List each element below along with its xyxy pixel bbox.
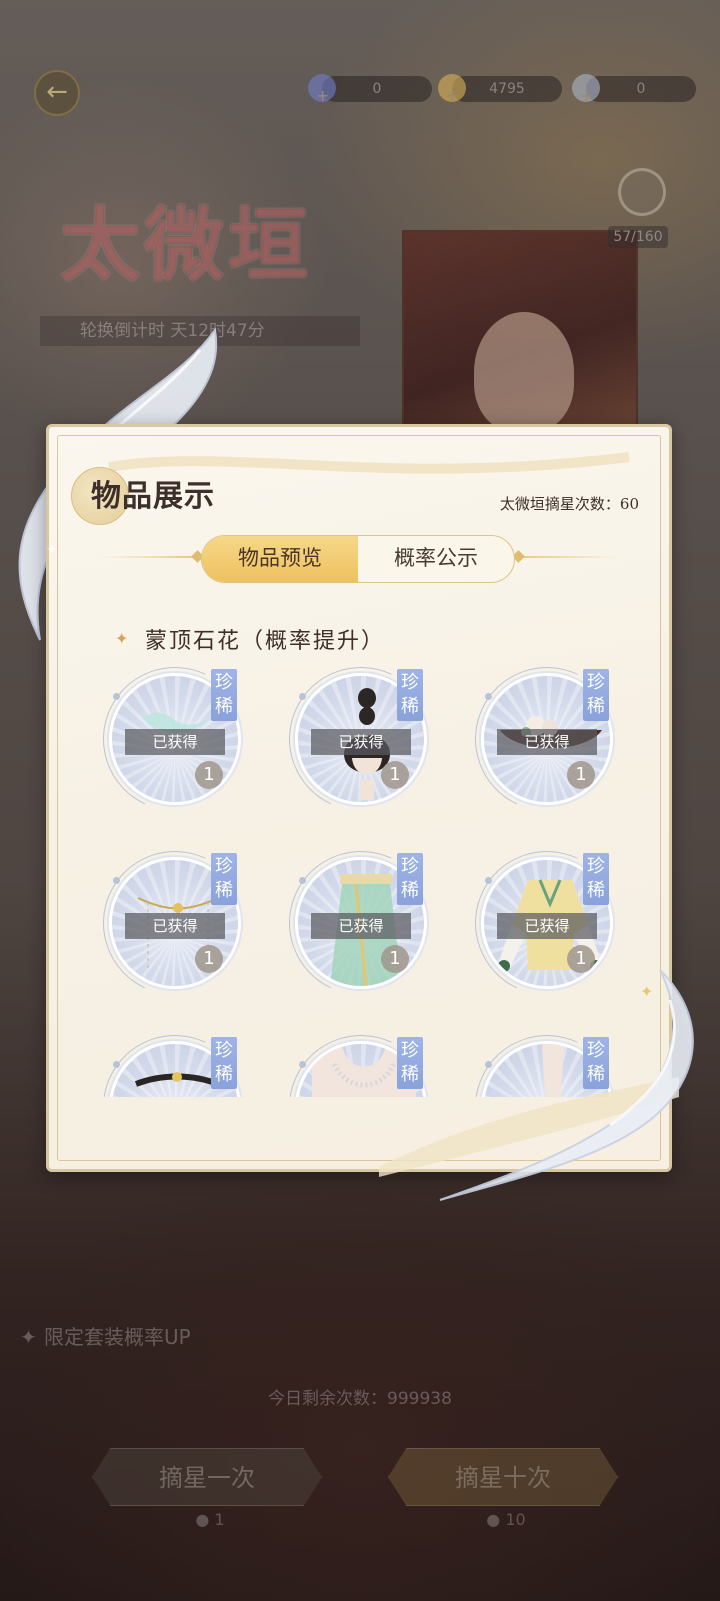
tab-deco-right xyxy=(519,556,619,558)
draw-one-label: 摘星一次 xyxy=(159,1464,255,1492)
currency-value: 4795 xyxy=(489,81,525,97)
back-button[interactable]: ← xyxy=(34,70,80,116)
section-title: 蒙顶石花（概率提升） xyxy=(145,629,386,654)
quantity-badge: 1 xyxy=(195,945,223,973)
quantity-badge: 1 xyxy=(381,945,409,973)
currency-value: 0 xyxy=(372,81,382,97)
rarity-tag: 珍稀 xyxy=(583,853,609,905)
item-card[interactable]: 珍稀 已获得 1 xyxy=(268,665,454,832)
draw-one-cost: ● 1 xyxy=(160,1510,260,1529)
rarity-tag: 珍稀 xyxy=(583,669,609,721)
rarity-tag: 珍稀 xyxy=(211,1037,237,1089)
progress-ring-icon[interactable] xyxy=(618,168,666,216)
item-card[interactable]: 珍稀 已获得 1 xyxy=(82,830,268,1016)
plus-icon: + xyxy=(316,86,330,105)
draw-one-cost-value: 1 xyxy=(214,1510,225,1529)
headband-icon xyxy=(134,1072,220,1087)
item-card[interactable]: 珍稀 xyxy=(82,1014,268,1097)
arc-dot xyxy=(113,693,120,700)
owned-label: 已获得 xyxy=(311,729,411,755)
modal-title: 物品展示 xyxy=(91,479,215,514)
owned-label: 已获得 xyxy=(311,913,411,939)
item-card[interactable]: 珍稀 xyxy=(268,1014,454,1097)
rarity-tag: 珍稀 xyxy=(211,853,237,905)
blue-gem-icon: ● xyxy=(195,1510,215,1529)
owned-label: 已获得 xyxy=(497,729,597,755)
item-card[interactable]: 珍稀 已获得 1 xyxy=(268,830,454,1016)
quantity-badge: 1 xyxy=(195,761,223,789)
draw-ten-label: 摘星十次 xyxy=(455,1464,551,1492)
arc-dot xyxy=(299,693,306,700)
quantity-badge: 1 xyxy=(567,945,595,973)
quantity-badge: 1 xyxy=(381,761,409,789)
currency-gold-coin[interactable]: + 4795 xyxy=(438,74,562,104)
currency-blue-gem[interactable]: + 0 xyxy=(308,74,432,104)
draw-one-button[interactable]: 摘星一次 xyxy=(92,1448,322,1506)
plus-icon: + xyxy=(580,86,594,105)
rarity-tag: 珍稀 xyxy=(583,1037,609,1089)
sparkle-icon: ✦ xyxy=(20,1325,37,1349)
arc-dot xyxy=(299,877,306,884)
currency-value: 0 xyxy=(636,81,646,97)
limited-up-text: ✦ 限定套装概率UP xyxy=(18,1322,418,1352)
tab-bar: 物品预览 概率公示 xyxy=(201,535,515,583)
item-display-modal: 物品展示 太微垣摘星次数：60 物品预览 概率公示 ✦ 蒙顶石花（概率提升） 珍… xyxy=(46,424,679,1177)
item-grid: 珍稀 已获得 1 珍稀 已获得 1 珍稀 已获得 1 珍稀 已获得 1 珍稀 已… xyxy=(69,665,655,1097)
quantity-badge: 1 xyxy=(567,761,595,789)
banner-portrait-image xyxy=(402,230,638,432)
tab-deco-left xyxy=(99,556,199,558)
owned-label: 已获得 xyxy=(125,729,225,755)
item-card[interactable]: 珍稀 已获得 1 xyxy=(82,665,268,832)
draw-ten-button[interactable]: 摘星十次 xyxy=(388,1448,618,1506)
arc-dot xyxy=(485,877,492,884)
arc-dot xyxy=(113,877,120,884)
sparkle-icon: ✦ xyxy=(46,542,58,558)
owned-label: 已获得 xyxy=(125,913,225,939)
owned-label: 已获得 xyxy=(497,913,597,939)
arc-dot xyxy=(113,1061,120,1068)
item-card[interactable]: 珍稀 已获得 1 xyxy=(454,665,640,832)
leg-icon xyxy=(542,1044,564,1097)
remaining-count: 今日剩余次数：999938 xyxy=(268,1389,452,1409)
star-icon: ✦ xyxy=(115,629,129,648)
rarity-tag: 珍稀 xyxy=(211,669,237,721)
sparkle-icon: ✦ xyxy=(640,982,654,1001)
arrow-left-icon: ← xyxy=(46,77,68,107)
portrait-face xyxy=(474,312,574,432)
arc-dot xyxy=(299,1061,306,1068)
rotation-timer: 轮换倒计时 天12时47分 xyxy=(40,316,360,346)
draw-ten-cost: ● 10 xyxy=(456,1510,556,1529)
pull-count: 太微垣摘星次数：60 xyxy=(499,495,639,513)
progress-count: 57/160 xyxy=(608,226,668,248)
item-card[interactable]: 珍稀 已获得 1 xyxy=(454,830,640,1016)
rarity-tag: 珍稀 xyxy=(397,669,423,721)
rarity-tag: 珍稀 xyxy=(397,853,423,905)
rarity-tag: 珍稀 xyxy=(397,1037,423,1089)
plus-icon: + xyxy=(446,86,460,105)
tab-probability[interactable]: 概率公示 xyxy=(358,536,514,582)
tab-item-preview[interactable]: 物品预览 xyxy=(202,536,358,582)
currency-silver-pearl[interactable]: + 0 xyxy=(572,74,696,104)
limited-up-label: 限定套装概率UP xyxy=(44,1325,191,1349)
arc-dot xyxy=(485,693,492,700)
banner-title: 太微垣 xyxy=(60,198,312,292)
draw-ten-cost-value: 10 xyxy=(505,1510,526,1529)
blue-gem-icon: ● xyxy=(486,1510,506,1529)
